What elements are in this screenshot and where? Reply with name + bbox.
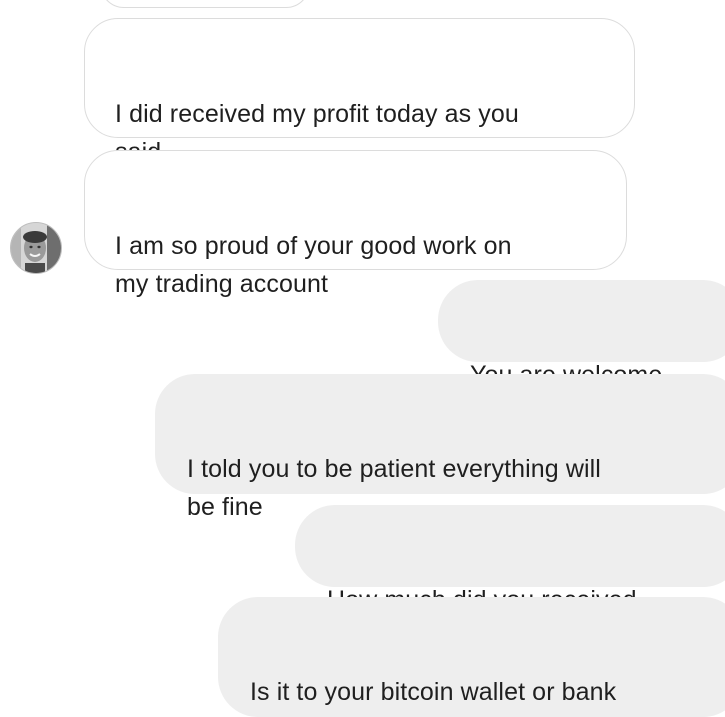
message-bubble-outgoing[interactable]: You are welcome	[438, 280, 725, 389]
message-bubble-incoming[interactable]: I am so proud of your good work on my tr…	[84, 150, 627, 298]
message-bubble-outgoing[interactable]: Is it to your bitcoin wallet or bank acc…	[218, 597, 725, 717]
message-bubble-incoming[interactable]: I did received my profit today as you sa…	[84, 18, 635, 166]
message-bubble-incoming[interactable]	[100, 0, 310, 8]
message-thread: I did received my profit today as you sa…	[0, 0, 725, 717]
contact-avatar-icon[interactable]	[10, 222, 62, 274]
avatar-photo-icon	[11, 223, 61, 273]
message-bubble-outgoing[interactable]: I told you to be patient everything will…	[155, 374, 725, 521]
message-text: Is it to your bitcoin wallet or bank acc…	[250, 678, 617, 717]
message-bubble-outgoing[interactable]: How much did you received	[295, 505, 725, 614]
